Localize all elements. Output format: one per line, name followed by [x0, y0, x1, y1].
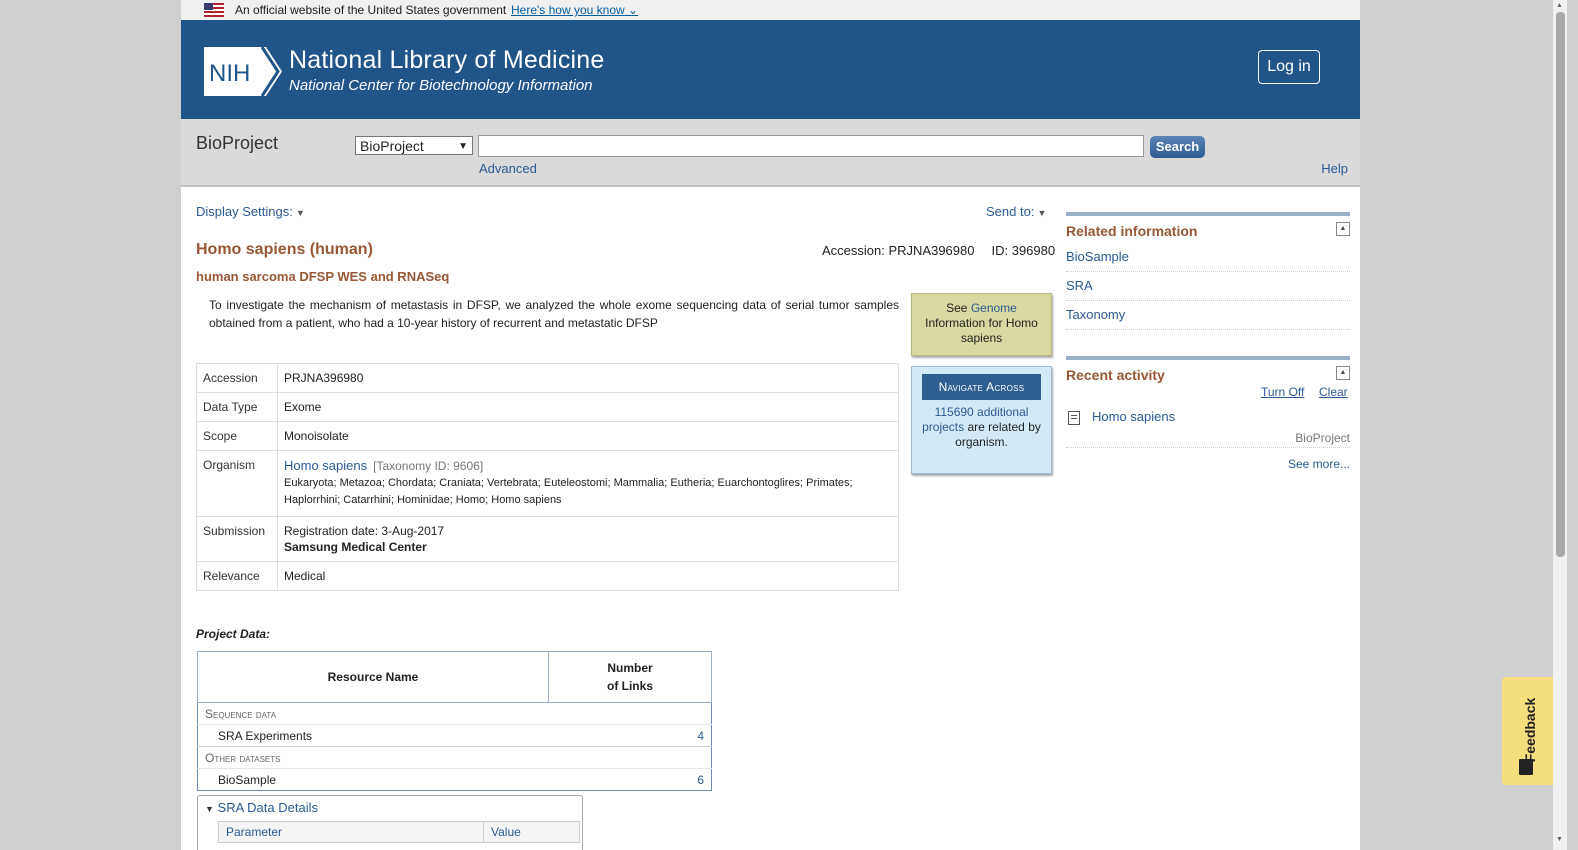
col-parameter: Parameter	[218, 821, 484, 843]
project-data-label: Project Data:	[196, 627, 271, 641]
navigate-rest-text: are related by organism.	[955, 420, 1041, 449]
related-information-header: Related information ▲	[1066, 212, 1350, 243]
see-more-link[interactable]: See more...	[1288, 457, 1350, 471]
organism-title: Homo sapiens (human)	[196, 241, 373, 258]
accession-value: PRJNA396980	[277, 363, 899, 393]
chevron-down-icon: ▼	[458, 141, 468, 152]
feedback-label: Feedback	[1522, 697, 1538, 763]
related-link-sra[interactable]: SRA	[1066, 272, 1350, 301]
document-icon	[1068, 411, 1080, 425]
sra-details-toggle[interactable]: ▼ SRA Data Details	[205, 800, 318, 815]
accession-id-line: Accession: PRJNA396980 ID: 396980	[822, 243, 1055, 258]
row-label: Submission	[196, 516, 278, 562]
us-flag-icon	[204, 3, 224, 17]
resource-name: BioSample	[197, 768, 549, 791]
advanced-search-link[interactable]: Advanced	[479, 161, 537, 176]
login-button[interactable]: Log in	[1258, 50, 1320, 84]
gov-banner-text: An official website of the United States…	[235, 3, 507, 17]
nih-logo[interactable]: NIH	[204, 47, 282, 96]
row-label: Scope	[196, 421, 278, 451]
accession-label: Accession: PRJNA396980	[822, 243, 975, 258]
project-details-table: Accession PRJNA396980 Data Type Exome Scop…	[196, 363, 899, 591]
col-number-of-links: Number of Links	[548, 651, 712, 703]
genome-link[interactable]: Genome	[971, 301, 1017, 315]
row-label: Accession	[196, 363, 278, 393]
recent-item-title[interactable]: Homo sapiens	[1092, 409, 1175, 424]
search-input[interactable]	[478, 135, 1144, 157]
resource-count-link[interactable]: 4	[548, 724, 712, 747]
turn-off-link[interactable]: Turn Off	[1261, 385, 1304, 399]
ncbi-subtitle: National Center for Biotechnology Inform…	[289, 77, 593, 94]
feedback-button[interactable]: Feedback	[1502, 677, 1553, 785]
sra-data-details-panel: ▼ SRA Data Details Parameter Value	[197, 795, 583, 850]
scroll-up-icon[interactable]: ▲	[1556, 2, 1563, 9]
caret-down-icon: ▼	[295, 208, 305, 218]
row-label: Relevance	[196, 561, 278, 591]
right-panel: Related information ▲ BioSample SRA Taxon…	[1066, 212, 1350, 471]
clear-link[interactable]: Clear	[1319, 385, 1348, 399]
triangle-down-icon: ▼	[205, 804, 214, 814]
row-label: Data Type	[196, 392, 278, 422]
scroll-down-icon[interactable]: ▼	[1556, 836, 1563, 843]
project-title: human sarcoma DFSP WES and RNASeq	[196, 269, 450, 284]
section-header: Other datasets	[197, 746, 712, 769]
send-to[interactable]: Send to: ▼	[986, 204, 1046, 219]
display-settings[interactable]: Display Settings: ▼	[196, 204, 305, 219]
table-row: Accession PRJNA396980	[196, 363, 899, 393]
nlm-title[interactable]: National Library of Medicine	[289, 46, 604, 75]
scrollbar-thumb[interactable]	[1556, 12, 1565, 557]
table-row: Relevance Medical	[196, 561, 899, 591]
resource-name: SRA Experiments	[197, 724, 549, 747]
genome-info-box: See Genome Information for Homo sapiens	[911, 293, 1052, 356]
table-row: Organism Homo sapiens [Taxonomy ID: 9606]…	[196, 450, 899, 517]
submitting-center: Samsung Medical Center	[284, 540, 427, 554]
organism-cell: Homo sapiens [Taxonomy ID: 9606] Eukaryot…	[277, 450, 899, 517]
chevron-down-icon: ⌄	[624, 3, 639, 17]
resource-count-link[interactable]: 6	[548, 768, 712, 791]
database-name: BioProject	[196, 133, 279, 153]
recent-activity-header: Recent activity ▲	[1066, 356, 1350, 387]
genome-rest-text: Information for Homo sapiens	[925, 316, 1038, 345]
related-link-biosample[interactable]: BioSample	[1066, 243, 1350, 272]
recent-item-db: BioProject	[1295, 431, 1350, 445]
gov-banner: An official website of the United States…	[181, 0, 1360, 20]
col-resource-name: Resource Name	[197, 651, 549, 703]
project-description: To investigate the mechanism of metastas…	[209, 298, 899, 330]
sra-details-table: Parameter Value	[218, 821, 580, 843]
table-row: Submission Registration date: 3-Aug-2017…	[196, 516, 899, 562]
genome-see-text: See	[946, 301, 968, 315]
lineage: Eukaryota; Metazoa; Chordata; Craniata; …	[284, 477, 853, 506]
header-banner: NIH National Library of Medicine Nationa…	[181, 20, 1360, 119]
heres-how-you-know-link[interactable]: Here's how you know ⌄	[511, 0, 638, 20]
organism-link[interactable]: Homo sapiens	[284, 458, 367, 473]
scrollbar[interactable]: ▲ ▼	[1553, 0, 1567, 850]
relevance-value: Medical	[277, 561, 899, 591]
search-bar: BioProject BioProject ▼ Search Advanced H…	[181, 119, 1360, 187]
collapse-icon[interactable]: ▲	[1336, 366, 1350, 380]
search-button[interactable]: Search	[1150, 136, 1205, 158]
col-value: Value	[483, 821, 580, 843]
taxonomy-id: [Taxonomy ID: 9606]	[373, 459, 484, 473]
svg-text:NIH: NIH	[209, 60, 250, 87]
project-data-table: Resource Name Number of Links Sequence dat…	[197, 651, 712, 791]
table-row: Data Type Exome	[196, 392, 899, 422]
collapse-icon[interactable]: ▲	[1336, 222, 1350, 236]
database-select[interactable]: BioProject ▼	[355, 136, 473, 155]
page: An official website of the United States…	[181, 0, 1360, 850]
data-type-value: Exome	[277, 392, 899, 422]
id-label: ID: 396980	[991, 243, 1056, 258]
submission-cell: Registration date: 3-Aug-2017 Samsung Med…	[277, 516, 899, 562]
feedback-icon	[1519, 759, 1533, 775]
navigate-across-title: Navigate Across	[922, 374, 1041, 400]
table-row: Scope Monoisolate	[196, 421, 899, 451]
navigate-across-box: Navigate Across 115690 additional projec…	[911, 366, 1052, 474]
caret-down-icon: ▼	[1037, 208, 1047, 218]
registration-date: Registration date: 3-Aug-2017	[284, 524, 445, 538]
row-label: Organism	[196, 450, 278, 517]
section-header: Sequence data	[197, 702, 712, 725]
related-link-taxonomy[interactable]: Taxonomy	[1066, 301, 1350, 330]
help-link[interactable]: Help	[1321, 161, 1348, 176]
recent-activity-item[interactable]: Homo sapiens BioProject	[1066, 405, 1350, 448]
scope-value: Monoisolate	[277, 421, 899, 451]
